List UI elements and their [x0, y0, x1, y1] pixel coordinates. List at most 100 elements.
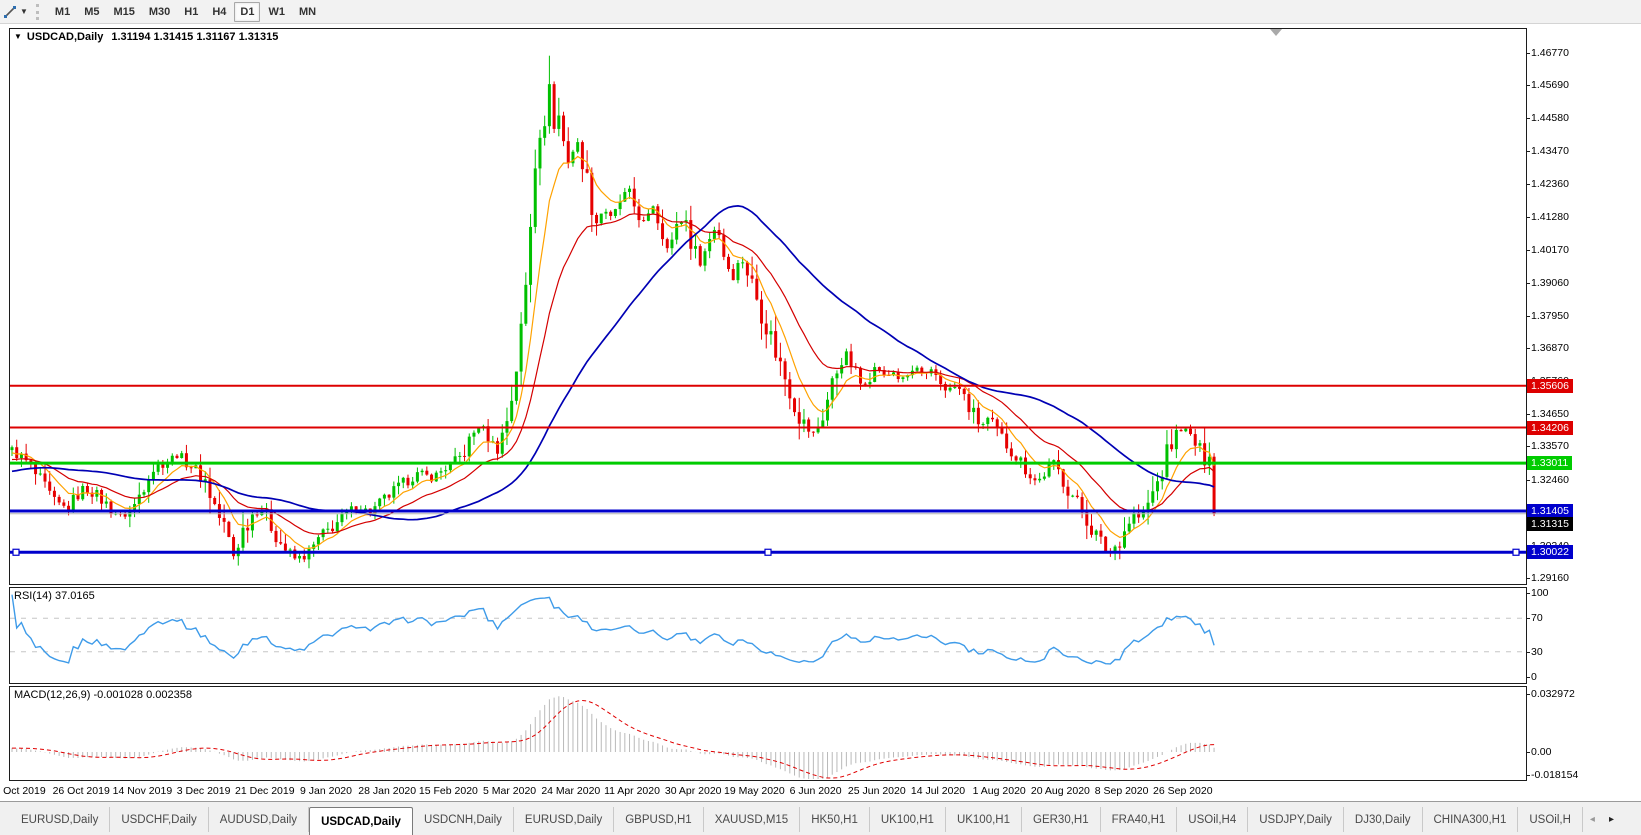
price-tick-label: 1.43470 — [1531, 145, 1569, 157]
timeframe-button-m30[interactable]: M30 — [143, 2, 176, 22]
collapse-icon[interactable]: ▼ — [14, 32, 22, 41]
date-label: 6 Jun 2020 — [790, 785, 842, 797]
date-label: 19 May 2020 — [724, 785, 785, 797]
chart-tab-gbpusd-h1[interactable]: GBPUSD,H1 — [614, 807, 703, 832]
timeframe-button-group: M1M5M15M30H1H4D1W1MN — [48, 2, 323, 22]
chart-tab-usdchf-daily[interactable]: USDCHF,Daily — [110, 807, 208, 832]
chart-window: ▼ USDCAD,Daily 1.31194 1.31415 1.31167 1.3… — [0, 24, 1641, 801]
axis-tick — [1526, 250, 1530, 251]
date-label: 11 Apr 2020 — [604, 785, 660, 797]
axis-tick — [1526, 775, 1530, 776]
axis-tick — [1526, 283, 1530, 284]
date-label: 28 Jan 2020 — [358, 785, 416, 797]
chart-tab-ger30-h1[interactable]: GER30,H1 — [1022, 807, 1101, 832]
chart-tab-bar: EURUSD,DailyUSDCHF,DailyAUDUSD,DailyUSDC… — [0, 801, 1641, 835]
date-label: 9 Jan 2020 — [300, 785, 352, 797]
chart-tab-usdjpy-daily[interactable]: USDJPY,Daily — [1248, 807, 1344, 832]
price-tick-label: 1.33570 — [1531, 440, 1569, 452]
axis-tick — [1526, 348, 1530, 349]
level-price-tag: 1.33011 — [1527, 456, 1572, 470]
price-tick-label: 1.42360 — [1531, 178, 1569, 190]
price-tick-label: 1.29160 — [1531, 572, 1569, 584]
chart-title: ▼ USDCAD,Daily 1.31194 1.31415 1.31167 1.3… — [14, 31, 278, 43]
price-tick-label: 1.32460 — [1531, 474, 1569, 486]
axis-tick — [1526, 480, 1530, 481]
rsi-tick-label: 30 — [1531, 646, 1543, 658]
timeframe-button-m15[interactable]: M15 — [107, 2, 140, 22]
timeframe-button-w1[interactable]: W1 — [262, 2, 291, 22]
axis-tick — [1526, 414, 1530, 415]
rsi-tick-label: 0 — [1531, 671, 1537, 683]
chart-tab-usdcnh-daily[interactable]: USDCNH,Daily — [413, 807, 514, 832]
chart-tab-dj30-daily[interactable]: DJ30,Daily — [1344, 807, 1423, 832]
axis-tick — [1526, 593, 1530, 594]
timeframe-button-h4[interactable]: H4 — [206, 2, 232, 22]
chart-tab-audusd-daily[interactable]: AUDUSD,Daily — [209, 807, 309, 832]
draw-tool-icon[interactable] — [1, 3, 19, 21]
axis-tick — [1526, 151, 1530, 152]
axis-tick — [1526, 752, 1530, 753]
axis-tick — [1526, 53, 1530, 54]
date-axis: 8 Oct 201926 Oct 201914 Nov 20193 Dec 20… — [0, 784, 1641, 799]
axis-tick — [1526, 677, 1530, 678]
date-label: 21 Dec 2019 — [235, 785, 295, 797]
chart-tab-xauusd-m15[interactable]: XAUUSD,M15 — [704, 807, 801, 832]
level-price-tag: 1.30022 — [1527, 545, 1573, 559]
axis-tick — [1526, 578, 1530, 579]
level-price-tag: 1.35606 — [1527, 379, 1573, 393]
chevron-down-icon[interactable]: ▼ — [20, 7, 28, 16]
macd-panel[interactable] — [9, 686, 1527, 781]
chart-tab-uk100-h1[interactable]: UK100,H1 — [870, 807, 946, 832]
toolbar-grip-handle[interactable] — [36, 4, 40, 20]
macd-tick-label: -0.018154 — [1531, 769, 1578, 781]
chart-tab-usoil-h4[interactable]: USOil,H4 — [1177, 807, 1248, 832]
axis-tick — [1526, 694, 1530, 695]
tab-scroll-left-icon[interactable]: ◂ — [1583, 807, 1602, 832]
price-tick-label: 1.41280 — [1531, 211, 1569, 223]
chart-tab-eurusd-daily[interactable]: EURUSD,Daily — [514, 807, 614, 832]
timeframe-button-m1[interactable]: M1 — [49, 2, 76, 22]
axis-tick — [1526, 85, 1530, 86]
chart-tab-china300-h1[interactable]: CHINA300,H1 — [1423, 807, 1519, 832]
current-price-tag: 1.31315 — [1527, 517, 1573, 531]
rsi-tick-label: 100 — [1531, 587, 1549, 599]
price-tick-label: 1.40170 — [1531, 244, 1569, 256]
timeframe-button-d1[interactable]: D1 — [234, 2, 260, 22]
date-label: 14 Jul 2020 — [911, 785, 965, 797]
chart-tab-usoil-h[interactable]: USOil,H — [1518, 807, 1583, 832]
axis-tick — [1526, 217, 1530, 218]
level-price-tag: 1.34206 — [1527, 421, 1573, 435]
chart-tab-fra40-h1[interactable]: FRA40,H1 — [1101, 807, 1178, 832]
timeframe-button-mn[interactable]: MN — [293, 2, 322, 22]
price-tick-label: 1.44580 — [1531, 112, 1569, 124]
chart-tab-uk100-h1[interactable]: UK100,H1 — [946, 807, 1022, 832]
date-label: 26 Oct 2019 — [53, 785, 110, 797]
chart-tab-eurusd-daily[interactable]: EURUSD,Daily — [10, 807, 110, 832]
price-tick-label: 1.39060 — [1531, 277, 1569, 289]
date-label: 20 Aug 2020 — [1031, 785, 1090, 797]
date-label: 1 Aug 2020 — [973, 785, 1026, 797]
date-label: 8 Sep 2020 — [1095, 785, 1149, 797]
axis-tick — [1526, 618, 1530, 619]
date-label: 14 Nov 2019 — [113, 785, 173, 797]
timeframe-button-h1[interactable]: H1 — [178, 2, 204, 22]
timeframe-button-m5[interactable]: M5 — [78, 2, 105, 22]
top-toolbar: ▼ M1M5M15M30H1H4D1W1MN — [0, 0, 1641, 24]
price-tick-label: 1.36870 — [1531, 342, 1569, 354]
date-label: 15 Feb 2020 — [419, 785, 478, 797]
axis-tick — [1526, 118, 1530, 119]
date-label: 30 Apr 2020 — [665, 785, 722, 797]
price-tick-label: 1.46770 — [1531, 47, 1569, 59]
symbol-timeframe-label: USDCAD,Daily — [27, 31, 103, 43]
macd-title: MACD(12,26,9) -0.001028 0.002358 — [14, 689, 192, 701]
chart-tab-hk50-h1[interactable]: HK50,H1 — [800, 807, 870, 832]
chart-tab-usdcad-daily[interactable]: USDCAD,Daily — [309, 807, 413, 835]
axis-tick — [1526, 316, 1530, 317]
ohlc-values: 1.31194 1.31415 1.31167 1.31315 — [111, 31, 278, 43]
price-tick-label: 1.34650 — [1531, 408, 1569, 420]
tab-scroll-right-icon[interactable]: ▸ — [1602, 807, 1621, 832]
macd-tick-label: 0.032972 — [1531, 688, 1575, 700]
main-chart-panel[interactable] — [9, 28, 1527, 585]
rsi-panel[interactable] — [9, 587, 1527, 684]
macd-tick-label: 0.00 — [1531, 746, 1551, 758]
